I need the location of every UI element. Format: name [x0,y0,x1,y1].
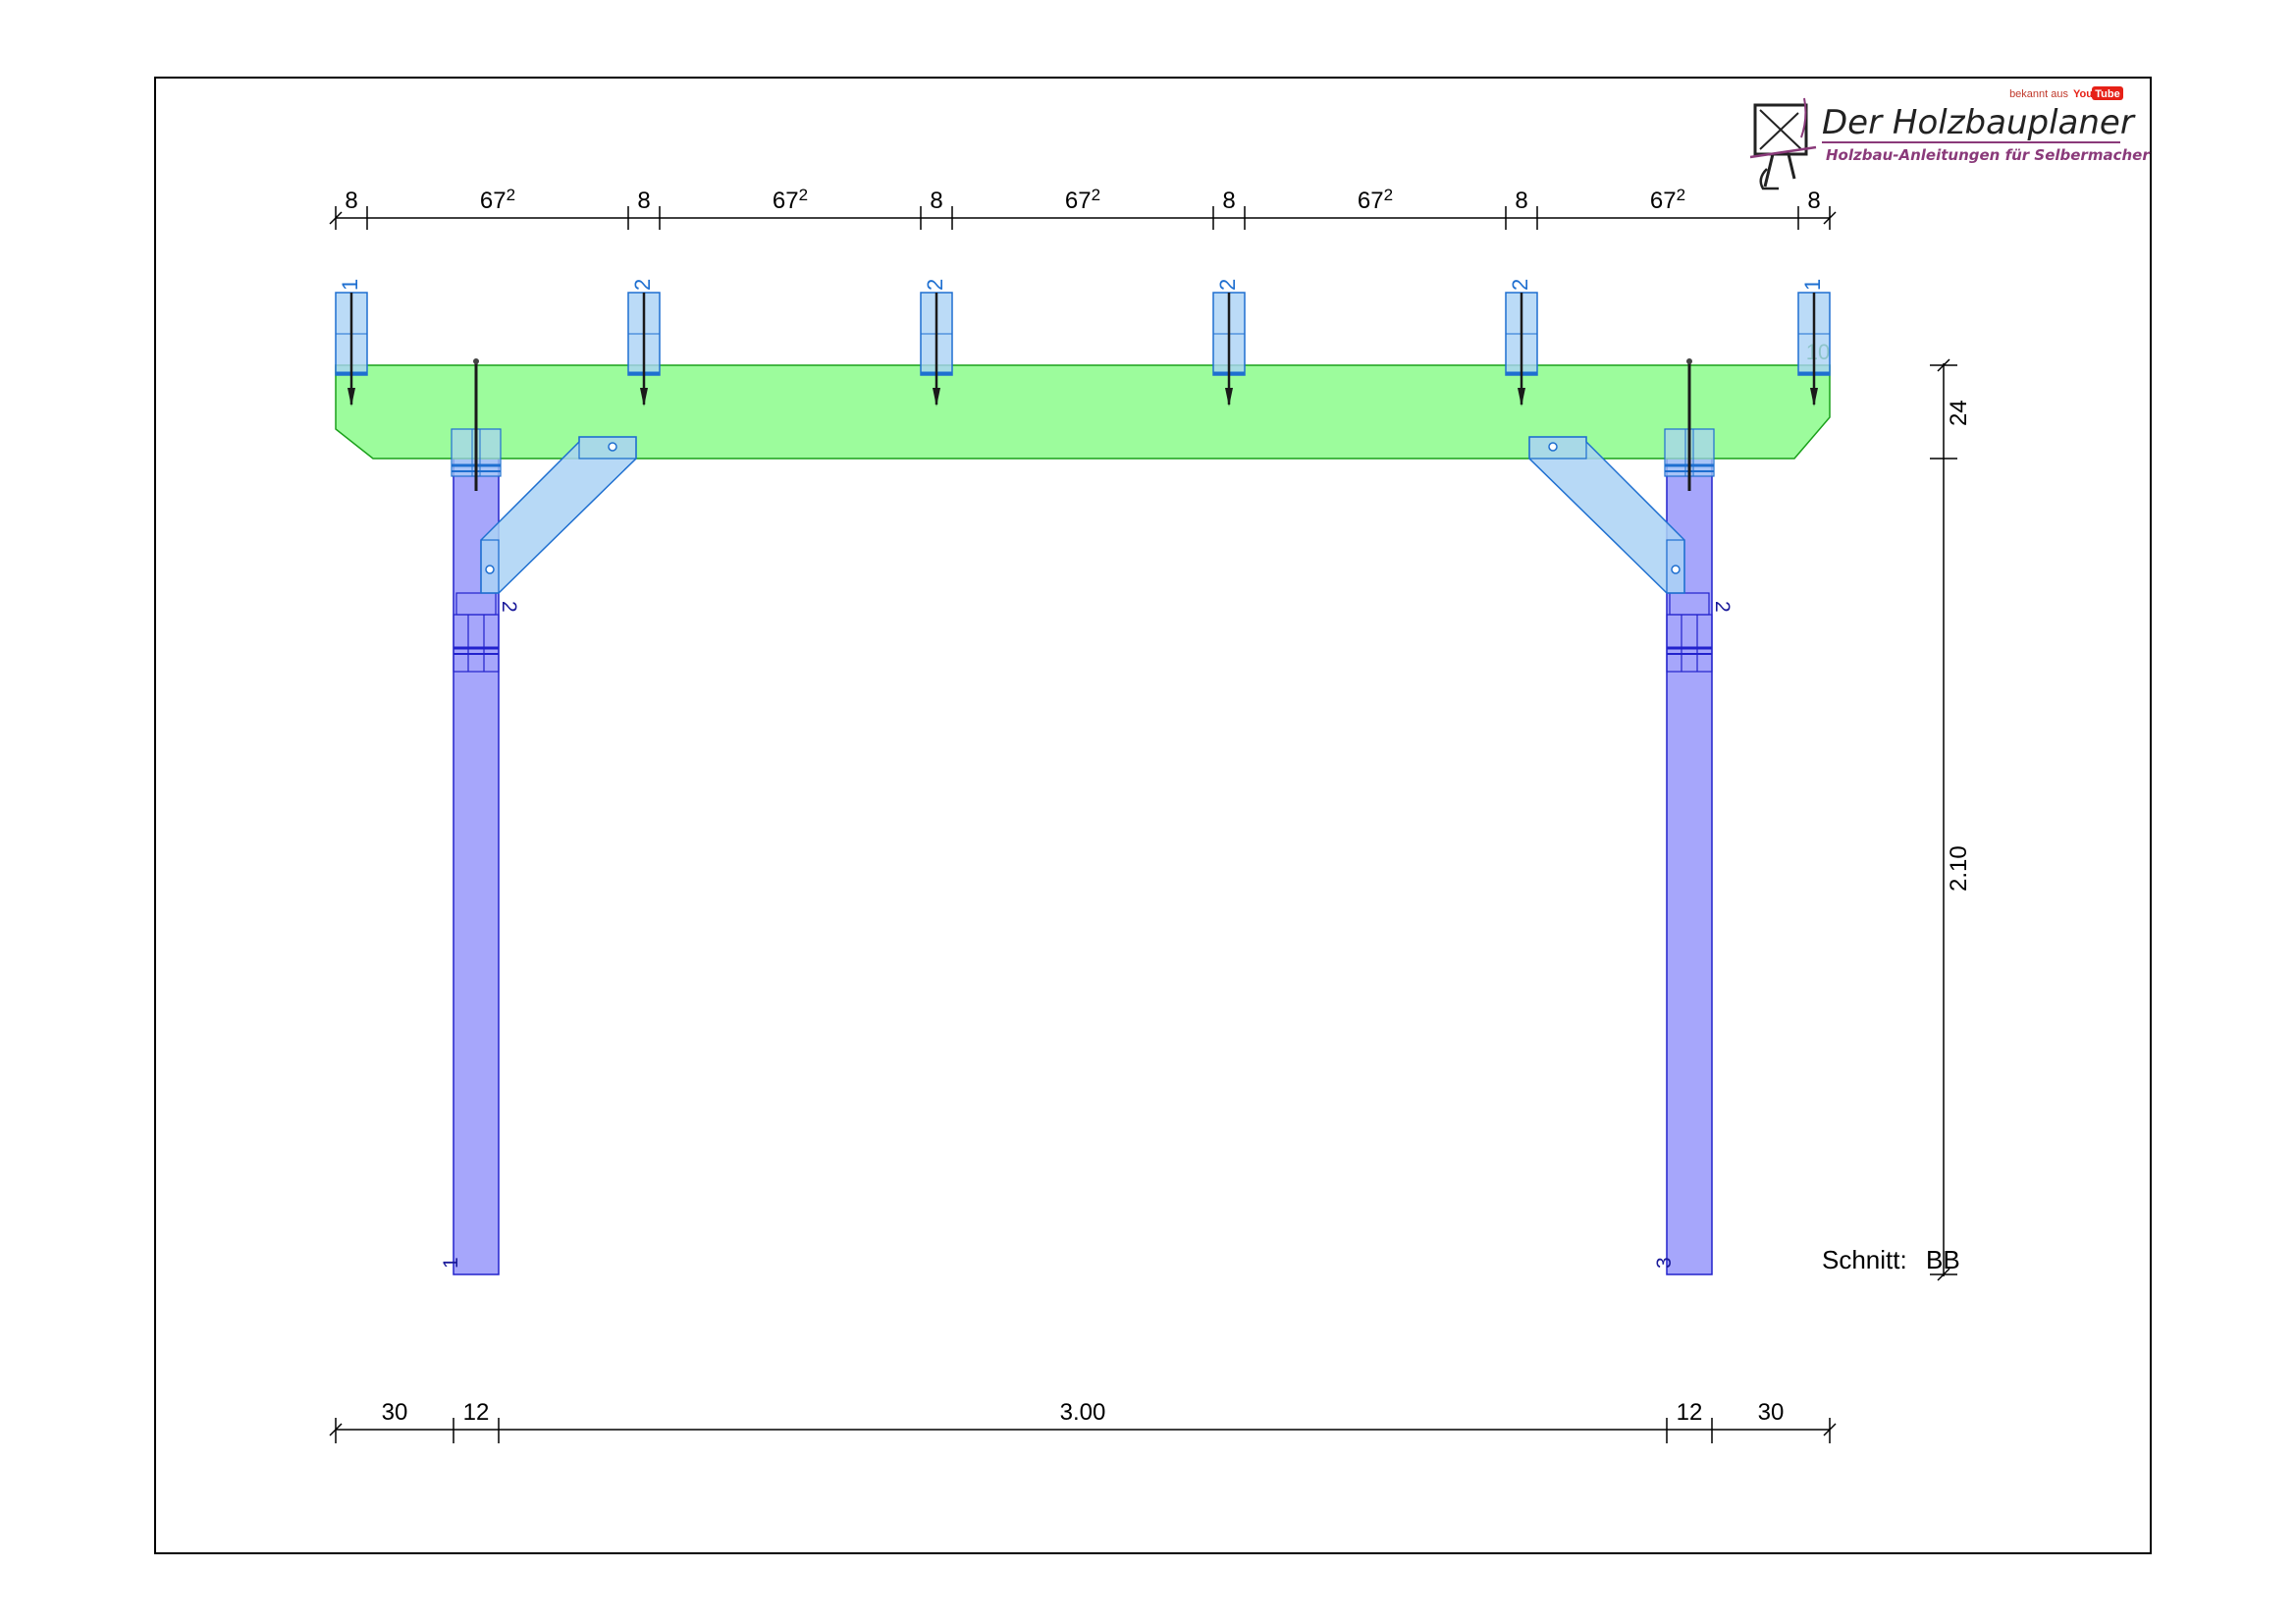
posts [453,431,1713,1275]
bolt-icon [1671,565,1681,574]
brace-label-right: 2 [1711,601,1734,613]
bottom-dim-4: 12 [1677,1399,1703,1426]
post-label-left: 1 [440,1257,462,1269]
bottom-dim-1: 30 [382,1399,408,1426]
braces [480,436,1685,594]
top-dim-11: 8 [1807,188,1820,214]
brace-left [480,436,637,594]
bottom-dim-2: 12 [463,1399,490,1426]
right-dim-post-height: 2.10 [1946,845,1972,892]
rafter-label: 2 [1215,279,1240,291]
brace-label-left: 2 [498,601,520,613]
easel-icon [1749,97,1817,190]
post-label-right: 3 [1653,1257,1676,1269]
top-dim-4: 672 [773,186,808,214]
bottom-dim-5: 30 [1758,1399,1785,1426]
logo: bekannt aus You Tube Der Holzbauplaner H… [1749,86,2151,190]
bolt-icon [608,442,617,452]
top-dim-3: 8 [637,188,650,214]
rafter-labels: 1 2 2 2 2 1 [338,279,1825,291]
bolt-icon [1548,442,1558,452]
top-dim-5: 8 [930,188,942,214]
right-dim-beam-height: 24 [1946,400,1972,426]
section-value: BB [1926,1245,1960,1274]
top-dim-1: 8 [345,188,357,214]
rafter-label: 2 [1508,279,1532,291]
top-dim-7: 8 [1222,188,1235,214]
bolt-icon [485,565,495,574]
top-dim-10: 672 [1650,186,1685,214]
top-dim-8: 672 [1358,186,1393,214]
rafter-label: 2 [923,279,947,291]
right-dimension-chain [1930,358,1957,1281]
top-dim-6: 672 [1065,186,1100,214]
top-dimension-labels: 8 672 8 672 8 672 8 672 8 672 8 [345,186,1820,214]
construction-drawing: bekannt aus You Tube Der Holzbauplaner H… [154,77,2152,1554]
bottom-dimension-labels: 30 12 3.00 12 30 [382,1399,1785,1426]
bottom-dim-3: 3.00 [1060,1399,1106,1426]
rafter-label: 2 [630,279,655,291]
top-dim-2: 672 [480,186,515,214]
logo-title: Der Holzbauplaner [1822,103,2136,142]
rafter-label: 1 [338,279,362,291]
youtube-tube: Tube [2095,88,2119,100]
section-label: Schnitt: [1822,1245,1907,1274]
main-beam [335,364,1831,460]
brace-right [1528,436,1685,594]
rafter-label: 1 [1800,279,1825,291]
youtube-you: You [2073,88,2093,100]
logo-known-from: bekannt aus [2009,88,2068,100]
logo-subtitle: Holzbau-Anleitungen für Selbermacher [1826,146,2151,164]
top-dim-9: 8 [1515,188,1527,214]
